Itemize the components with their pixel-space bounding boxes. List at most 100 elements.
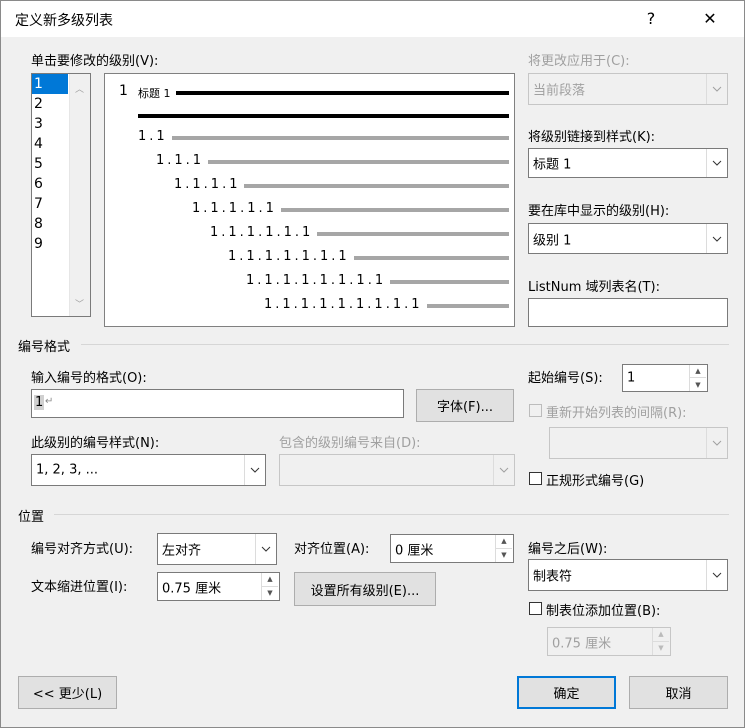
aligned-at-value: 0 厘米	[395, 543, 434, 558]
chevron-down-icon[interactable]	[255, 534, 276, 564]
title-bar: 定义新多级列表 ? ✕	[1, 1, 744, 37]
apply-changes-label: 将更改应用于(C):	[528, 54, 630, 69]
chevron-down-icon[interactable]	[244, 455, 265, 485]
tab-stop-checkbox[interactable]	[529, 602, 542, 615]
enter-format-input[interactable]: 1 ↵	[31, 389, 404, 418]
restart-checkbox[interactable]	[529, 404, 542, 417]
link-level-value: 标题 1	[533, 157, 572, 173]
tab-stop-spinner[interactable]: 0.75 厘米 ▲ ▼	[547, 627, 671, 656]
include-level-label: 包含的级别编号来自(D):	[279, 436, 421, 451]
preview-line-level1-cont	[138, 114, 509, 118]
gallery-level-label: 要在库中显示的级别(H):	[528, 204, 670, 219]
dialog-title: 定义新多级列表	[15, 13, 113, 29]
close-button[interactable]: ✕	[688, 1, 732, 37]
alignment-value: 左对齐	[162, 543, 202, 559]
paragraph-mark-icon: ↵	[45, 396, 54, 407]
number-style-label: 此级别的编号样式(N):	[31, 436, 160, 451]
font-button[interactable]: 字体(F)...	[416, 389, 514, 422]
preview-line	[427, 304, 509, 308]
preview-first-heading: 标题 1	[138, 87, 171, 100]
indent-label: 文本缩进位置(I):	[31, 580, 128, 595]
click-level-label: 单击要修改的级别(V):	[31, 54, 159, 69]
legal-checkbox[interactable]	[529, 472, 542, 485]
preview-line	[390, 280, 509, 284]
alignment-combo[interactable]: 左对齐	[157, 533, 277, 565]
level-list-scrollbar[interactable]: ︿ ﹀	[69, 74, 90, 316]
preview-number: 1.1.1.1.1.1.1	[228, 249, 350, 264]
preview-line	[354, 256, 509, 260]
link-level-combo[interactable]: 标题 1	[528, 148, 728, 178]
indent-spinner[interactable]: 0.75 厘米 ▲ ▼	[157, 572, 280, 601]
chevron-down-icon[interactable]	[706, 149, 727, 177]
gallery-level-value: 级别 1	[533, 233, 572, 248]
apply-changes-combo[interactable]: 当前段落	[528, 73, 728, 105]
restart-combo[interactable]	[549, 427, 728, 459]
preview-line	[244, 184, 509, 188]
chevron-down-icon[interactable]	[706, 224, 727, 253]
start-at-label: 起始编号(S):	[528, 371, 603, 386]
preview-panel: 1 标题 1 1.1 1.1.1 1.1.1.1 1.1.1.1.1 1.1.1.1.1…	[104, 73, 515, 327]
preview-line	[281, 208, 509, 212]
cancel-button[interactable]: 取消	[629, 676, 728, 709]
restart-label: 重新开始列表的间隔(R):	[546, 406, 687, 421]
spin-up-icon[interactable]: ▲	[261, 573, 278, 587]
gallery-level-combo[interactable]: 级别 1	[528, 223, 728, 254]
position-divider	[54, 514, 729, 515]
level-list[interactable]: 123456789 ︿ ﹀	[31, 73, 91, 317]
tab-stop-label: 制表位添加位置(B):	[546, 604, 661, 619]
spin-up-icon[interactable]: ▲	[652, 628, 669, 642]
aligned-at-label: 对齐位置(A):	[294, 542, 370, 557]
tab-stop-value: 0.75 厘米	[552, 636, 612, 651]
ok-button[interactable]: 确定	[517, 676, 616, 709]
less-button[interactable]: << 更少(L)	[18, 676, 117, 709]
follow-number-combo[interactable]: 制表符	[528, 559, 728, 591]
position-heading: 位置	[18, 510, 45, 525]
legal-label: 正规形式编号(G)	[546, 474, 645, 489]
start-at-spinner[interactable]: 1 ▲ ▼	[622, 364, 708, 392]
spin-down-icon[interactable]: ▼	[652, 641, 669, 655]
format-number-field: 1	[34, 395, 45, 410]
scroll-up-icon[interactable]: ︿	[75, 82, 84, 95]
listnum-input[interactable]	[528, 298, 728, 327]
preview-number: 1.1.1.1.1.1.1.1.1	[264, 297, 423, 312]
preview-number: 1.1.1.1.1.1.1.1	[246, 273, 387, 288]
number-style-combo[interactable]: 1, 2, 3, ...	[31, 454, 266, 486]
spin-down-icon[interactable]: ▼	[261, 586, 278, 600]
help-button[interactable]: ?	[629, 1, 673, 37]
preview-line	[172, 136, 509, 140]
preview-number: 1.1.1.1.1.1	[210, 225, 314, 240]
number-format-heading: 编号格式	[18, 340, 71, 355]
spin-down-icon[interactable]: ▼	[495, 548, 512, 562]
number-style-value: 1, 2, 3, ...	[36, 462, 99, 478]
chevron-down-icon[interactable]	[706, 74, 727, 104]
spin-down-icon[interactable]: ▼	[689, 378, 706, 391]
chevron-down-icon[interactable]	[706, 560, 727, 590]
enter-format-label: 输入编号的格式(O):	[31, 371, 147, 386]
start-at-value: 1	[627, 370, 636, 386]
preview-line-level1	[176, 91, 509, 95]
preview-line	[317, 232, 509, 236]
scroll-down-icon[interactable]: ﹀	[75, 297, 84, 310]
level-item[interactable]: 1	[32, 74, 68, 94]
follow-number-label: 编号之后(W):	[528, 542, 608, 557]
number-format-divider	[81, 344, 729, 345]
preview-number: 1.1.1.1	[174, 177, 241, 192]
spin-up-icon[interactable]: ▲	[495, 535, 512, 549]
include-level-combo[interactable]	[279, 454, 515, 486]
spin-up-icon[interactable]: ▲	[689, 365, 706, 378]
preview-first-number: 1	[119, 83, 128, 99]
link-level-label: 将级别链接到样式(K):	[528, 130, 656, 145]
define-multilevel-list-dialog: 定义新多级列表 ? ✕ 单击要修改的级别(V): 123456789 ︿ ﹀ 1…	[0, 0, 745, 728]
apply-changes-value: 当前段落	[533, 83, 586, 99]
chevron-down-icon[interactable]	[493, 455, 514, 485]
preview-number: 1.1.1	[156, 153, 205, 168]
indent-value: 0.75 厘米	[162, 581, 222, 596]
preview-number: 1.1.1.1.1	[192, 201, 277, 216]
chevron-down-icon[interactable]	[706, 428, 727, 458]
preview-line	[208, 160, 509, 164]
set-all-levels-button[interactable]: 设置所有级别(E)...	[294, 572, 436, 606]
preview-number: 1.1	[138, 129, 168, 144]
alignment-label: 编号对齐方式(U):	[31, 542, 134, 557]
aligned-at-spinner[interactable]: 0 厘米 ▲ ▼	[390, 534, 514, 563]
listnum-label: ListNum 域列表名(T):	[528, 280, 660, 295]
